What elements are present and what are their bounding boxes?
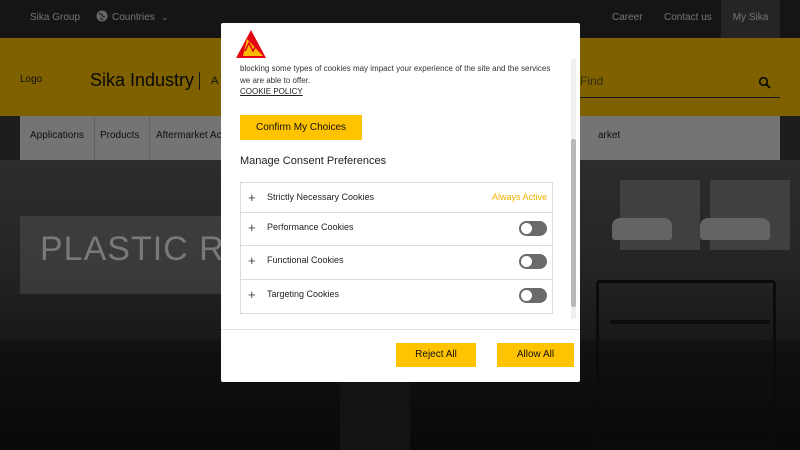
cookie-category-list: + Strictly Necessary Cookies Always Acti… (240, 182, 553, 314)
toggle-knob (521, 223, 532, 234)
category-performance[interactable]: + Performance Cookies (241, 213, 552, 246)
plus-icon[interactable]: + (248, 191, 256, 205)
consent-intro-text: blocking some types of cookies may impac… (240, 64, 551, 85)
scrollbar-thumb[interactable] (571, 139, 576, 307)
plus-icon[interactable]: + (248, 288, 256, 302)
toggle-knob (521, 290, 532, 301)
category-label: Performance Cookies (267, 222, 354, 232)
manage-preferences-title: Manage Consent Preferences (240, 155, 387, 167)
category-targeting[interactable]: + Targeting Cookies (241, 280, 552, 313)
cookie-policy-link[interactable]: COOKIE POLICY (240, 87, 303, 96)
plus-icon[interactable]: + (248, 221, 256, 235)
allow-all-button[interactable]: Allow All (497, 343, 574, 367)
category-label: Functional Cookies (267, 255, 344, 265)
cookie-consent-dialog: blocking some types of cookies may impac… (221, 23, 580, 382)
functional-toggle[interactable] (519, 254, 547, 269)
category-label: Targeting Cookies (267, 289, 340, 299)
plus-icon[interactable]: + (248, 254, 256, 268)
always-active-badge: Always Active (491, 192, 547, 202)
consent-scroll-area[interactable]: blocking some types of cookies may impac… (221, 59, 580, 329)
reject-all-button[interactable]: Reject All (396, 343, 476, 367)
footer-divider (221, 329, 580, 330)
confirm-choices-button[interactable]: Confirm My Choices (240, 115, 362, 140)
targeting-toggle[interactable] (519, 288, 547, 303)
modal-scrollbar[interactable] (571, 59, 576, 319)
sika-logo-icon (236, 30, 266, 58)
category-strictly-necessary[interactable]: + Strictly Necessary Cookies Always Acti… (241, 183, 552, 213)
toggle-knob (521, 256, 532, 267)
category-label: Strictly Necessary Cookies (267, 192, 375, 202)
performance-toggle[interactable] (519, 221, 547, 236)
category-functional[interactable]: + Functional Cookies (241, 246, 552, 280)
